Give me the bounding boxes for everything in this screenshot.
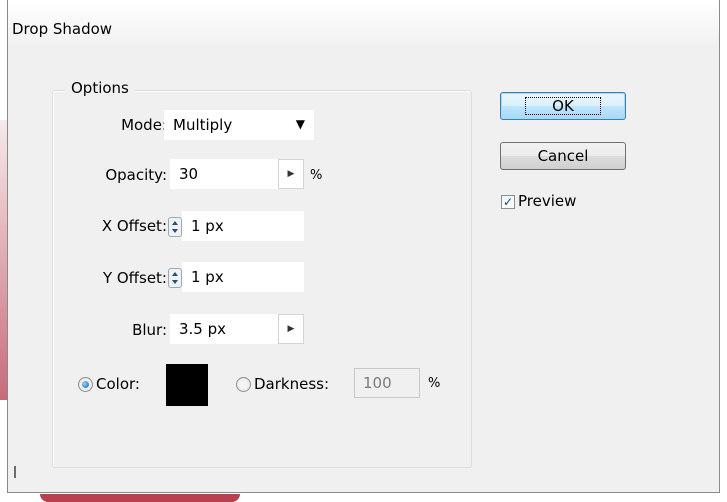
checkmark-icon: ✓ — [502, 195, 514, 209]
mode-value: Multiply — [173, 116, 233, 134]
y-offset-spinner-icon[interactable] — [168, 268, 182, 288]
background-bottom — [40, 494, 240, 502]
preview-label: Preview — [518, 192, 577, 210]
dialog-title: Drop Shadow — [12, 20, 113, 38]
opacity-label: Opacity: — [105, 166, 167, 184]
opacity-slider-arrow-icon[interactable]: ▶ — [278, 159, 304, 189]
ok-button[interactable]: OK — [500, 92, 626, 120]
options-group-label: Options — [65, 79, 135, 97]
drop-shadow-dialog: Drop Shadow Options Mode: Multiply ▼ Opa… — [7, 0, 720, 493]
blur-slider-arrow-icon[interactable]: ▶ — [278, 314, 304, 344]
opacity-unit: % — [310, 168, 323, 183]
darkness-label: Darkness: — [254, 375, 330, 393]
ok-button-label: OK — [525, 97, 601, 115]
title-bar[interactable]: Drop Shadow — [8, 0, 719, 44]
chevron-down-icon: ▼ — [295, 117, 305, 131]
blur-field[interactable]: 3.5 px — [170, 314, 280, 344]
darkness-radio[interactable] — [236, 377, 251, 392]
y-offset-field[interactable]: 1 px — [182, 262, 304, 292]
darkness-value: 100 — [363, 374, 392, 392]
x-offset-label: X Offset: — [101, 217, 167, 235]
y-offset-value: 1 px — [191, 268, 224, 286]
x-offset-field[interactable]: 1 px — [182, 211, 304, 241]
darkness-field[interactable]: 100 — [354, 368, 420, 398]
cancel-button[interactable]: Cancel — [500, 142, 626, 170]
y-offset-label: Y Offset: — [102, 269, 167, 287]
color-label: Color: — [96, 375, 140, 393]
mode-dropdown[interactable]: Multiply ▼ — [164, 110, 314, 140]
preview-checkbox[interactable]: ✓ — [501, 195, 515, 209]
mode-label: Mode: — [121, 116, 167, 134]
window-inner-edge — [14, 466, 16, 478]
blur-label: Blur: — [132, 321, 167, 339]
blur-value: 3.5 px — [179, 320, 227, 338]
x-offset-spinner-icon[interactable] — [168, 217, 182, 237]
x-offset-value: 1 px — [191, 217, 224, 235]
cancel-button-label: Cancel — [537, 147, 589, 165]
dialog-body: Options Mode: Multiply ▼ Opacity: 30 ▶ %… — [12, 46, 715, 486]
color-swatch[interactable] — [166, 364, 208, 406]
opacity-value: 30 — [179, 165, 199, 183]
opacity-field[interactable]: 30 — [170, 159, 280, 189]
darkness-unit: % — [428, 376, 441, 391]
color-radio[interactable] — [78, 377, 93, 392]
